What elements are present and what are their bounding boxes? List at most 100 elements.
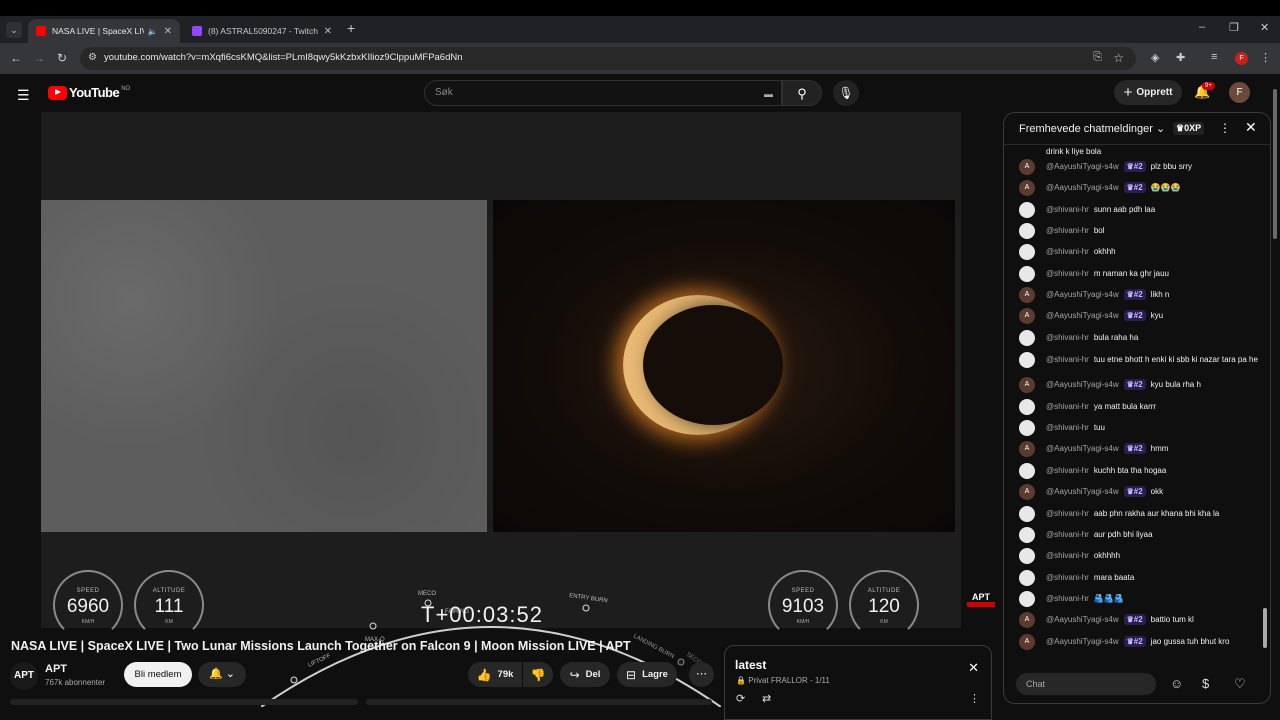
chat-author-name[interactable]: @AayushiTyagi-s4w <box>1046 615 1119 624</box>
chat-message[interactable]: @shivani-hr ya matt bula karrr <box>1019 399 1259 415</box>
voice-search-mic-icon[interactable]: 🎙 <box>833 80 859 106</box>
chat-author-name[interactable]: @shivani-hr <box>1046 594 1089 603</box>
chat-message[interactable]: @shivani-hr m naman ka ghr jauu <box>1019 266 1259 282</box>
chat-author-avatar[interactable] <box>1019 463 1035 479</box>
chat-message[interactable]: @shivani-hr sunn aab pdh laa <box>1019 202 1259 218</box>
chat-author-avatar[interactable]: A <box>1019 484 1035 500</box>
chat-author-avatar[interactable] <box>1019 570 1035 586</box>
chat-author-name[interactable]: @shivani-hr <box>1046 530 1089 539</box>
chat-author-avatar[interactable] <box>1019 266 1035 282</box>
youtube-logo[interactable]: YouTube NO <box>48 85 130 100</box>
extension-icon[interactable]: ◈ <box>1151 51 1159 64</box>
chat-scroll-thumb[interactable] <box>1263 608 1267 648</box>
extensions-puzzle-icon[interactable]: ✚ <box>1176 51 1185 64</box>
address-bar[interactable]: ⚙ youtube.com/watch?v=mXqfi6csKMQ&list=P… <box>80 47 1136 70</box>
chat-author-avatar[interactable] <box>1019 506 1035 522</box>
save-button[interactable]: ⊟ Lagre <box>617 662 677 687</box>
chat-author-avatar[interactable] <box>1019 420 1035 436</box>
chat-message[interactable]: A @AayushiTyagi-s4w ♛#2 kyu <box>1019 308 1259 324</box>
menu-hamburger-icon[interactable]: ☰ <box>17 87 30 104</box>
chat-message[interactable]: @shivani-hr 🫂🫂🫂 <box>1019 591 1259 607</box>
chat-author-name[interactable]: @shivani-hr <box>1046 355 1089 364</box>
chat-menu-icon[interactable]: ⋮ <box>1219 121 1231 135</box>
chat-author-name[interactable]: @shivani-hr <box>1046 509 1089 518</box>
window-close-icon[interactable]: ✕ <box>1260 21 1269 34</box>
browser-tab-twitch[interactable]: (8) ASTRAL5090247 - Twitch ✕ <box>184 19 340 43</box>
chat-author-avatar[interactable] <box>1019 244 1035 260</box>
chat-author-name[interactable]: @shivani-hr <box>1046 247 1089 256</box>
chat-message[interactable]: @shivani-hr bula raha ha <box>1019 330 1259 346</box>
new-tab-plus-icon[interactable]: + <box>347 20 355 36</box>
chat-author-avatar[interactable] <box>1019 330 1035 346</box>
video-player[interactable]: SPEED 6960 KM/H ALTITUDE 111 KM LIFTOFF … <box>41 112 995 707</box>
playlist-title[interactable]: latest <box>735 658 766 672</box>
chat-author-name[interactable]: @shivani-hr <box>1046 551 1089 560</box>
chat-message[interactable]: A @AayushiTyagi-s4w ♛#2 jao gussa tuh bhut … <box>1019 634 1259 650</box>
bookmark-star-icon[interactable]: ☆ <box>1113 51 1124 65</box>
chat-author-avatar[interactable] <box>1019 352 1035 368</box>
chat-message[interactable]: A @AayushiTyagi-s4w ♛#2 kyu bula rha h <box>1019 377 1259 393</box>
create-button[interactable]: + Opprett <box>1114 80 1182 105</box>
chat-author-avatar[interactable] <box>1019 548 1035 564</box>
dislike-button[interactable]: 👎 <box>523 662 553 687</box>
chat-scrollbar[interactable] <box>1261 149 1268 663</box>
browser-profile-avatar[interactable]: F <box>1235 52 1248 65</box>
chat-author-name[interactable]: @AayushiTyagi-s4w <box>1046 311 1119 320</box>
chat-author-name[interactable]: @shivani-hr <box>1046 573 1089 582</box>
chat-author-avatar[interactable]: A <box>1019 441 1035 457</box>
chat-author-avatar[interactable] <box>1019 527 1035 543</box>
chat-author-avatar[interactable]: A <box>1019 612 1035 628</box>
forward-arrow-icon[interactable]: → <box>33 51 45 65</box>
search-button[interactable]: ⚲ <box>782 80 822 106</box>
chat-mode-dropdown[interactable]: Fremhevede chatmeldinger ⌄ <box>1019 122 1165 135</box>
chat-author-avatar[interactable]: A <box>1019 180 1035 196</box>
page-scrollbar[interactable] <box>1271 85 1279 705</box>
chat-message[interactable]: A @AayushiTyagi-s4w ♛#2 plz bbu srry <box>1019 159 1259 175</box>
chat-close-icon[interactable]: ✕ <box>1245 119 1257 136</box>
reload-icon[interactable]: ↻ <box>57 51 67 65</box>
chat-author-name[interactable]: @shivani-hr <box>1046 269 1089 278</box>
chat-author-name[interactable]: @AayushiTyagi-s4w <box>1046 637 1119 646</box>
site-info-icon[interactable]: ⚙ <box>88 52 101 65</box>
chat-author-avatar[interactable]: A <box>1019 634 1035 650</box>
chat-author-avatar[interactable]: A <box>1019 287 1035 303</box>
browser-menu-icon[interactable]: ⋮ <box>1260 51 1271 64</box>
subscription-bell-button[interactable]: 🔔 ⌄ <box>198 662 246 687</box>
super-chat-icon[interactable]: $ <box>1202 676 1209 691</box>
chat-message[interactable]: @shivani-hr mara baata <box>1019 570 1259 586</box>
chat-message[interactable]: @shivani-hr aur pdh bhi liyaa <box>1019 527 1259 543</box>
tab-close-icon[interactable]: ✕ <box>164 26 172 37</box>
join-button[interactable]: Bli medlem <box>124 662 192 687</box>
chat-message[interactable]: @shivani-hr okhhh <box>1019 244 1259 260</box>
chat-author-avatar[interactable] <box>1019 591 1035 607</box>
back-arrow-icon[interactable]: ← <box>10 51 22 65</box>
more-actions-icon[interactable]: ⋯ <box>689 662 714 687</box>
chat-message[interactable]: A @AayushiTyagi-s4w ♛#2 😭😭😭 <box>1019 180 1259 196</box>
chat-message[interactable]: @shivani-hr kuchh bta tha hogaa <box>1019 463 1259 479</box>
chat-message[interactable]: A @AayushiTyagi-s4w ♛#2 likh n <box>1019 287 1259 303</box>
chat-author-name[interactable]: @AayushiTyagi-s4w <box>1046 162 1119 171</box>
chat-author-avatar[interactable] <box>1019 399 1035 415</box>
shuffle-icon[interactable]: ⇄ <box>762 692 771 705</box>
restore-icon[interactable]: ❐ <box>1229 21 1239 34</box>
playlist-menu-icon[interactable]: ⋮ <box>969 692 980 705</box>
chat-author-avatar[interactable]: A <box>1019 159 1035 175</box>
browser-tab-youtube[interactable]: NASA LIVE | SpaceX LIVE | T 🔈 ✕ <box>28 19 180 43</box>
tab-close-icon[interactable]: ✕ <box>324 26 332 37</box>
minimize-icon[interactable]: – <box>1199 21 1205 33</box>
media-control-icon[interactable]: ≡ <box>1211 51 1217 63</box>
chat-author-avatar[interactable] <box>1019 202 1035 218</box>
chat-author-name[interactable]: @AayushiTyagi-s4w <box>1046 290 1119 299</box>
chat-message[interactable]: @shivani-hr aab phn rakha aur khana bhi k… <box>1019 506 1259 522</box>
chat-message[interactable]: @shivani-hr bol <box>1019 223 1259 239</box>
tab-search-dropdown-icon[interactable]: ⌄ <box>6 22 22 38</box>
chat-author-name[interactable]: @shivani-hr <box>1046 226 1089 235</box>
install-app-icon[interactable]: ⎘ <box>1093 51 1102 64</box>
chat-author-name[interactable]: @shivani-hr <box>1046 402 1089 411</box>
chat-message[interactable]: @shivani-hr tuu <box>1019 420 1259 436</box>
chat-author-name[interactable]: @AayushiTyagi-s4w <box>1046 183 1119 192</box>
playlist-close-icon[interactable]: ✕ <box>968 660 979 676</box>
heart-icon[interactable]: ♡ <box>1234 676 1246 692</box>
chat-input[interactable]: Chat <box>1016 673 1156 695</box>
keyboard-icon[interactable]: ▬ <box>764 89 773 99</box>
